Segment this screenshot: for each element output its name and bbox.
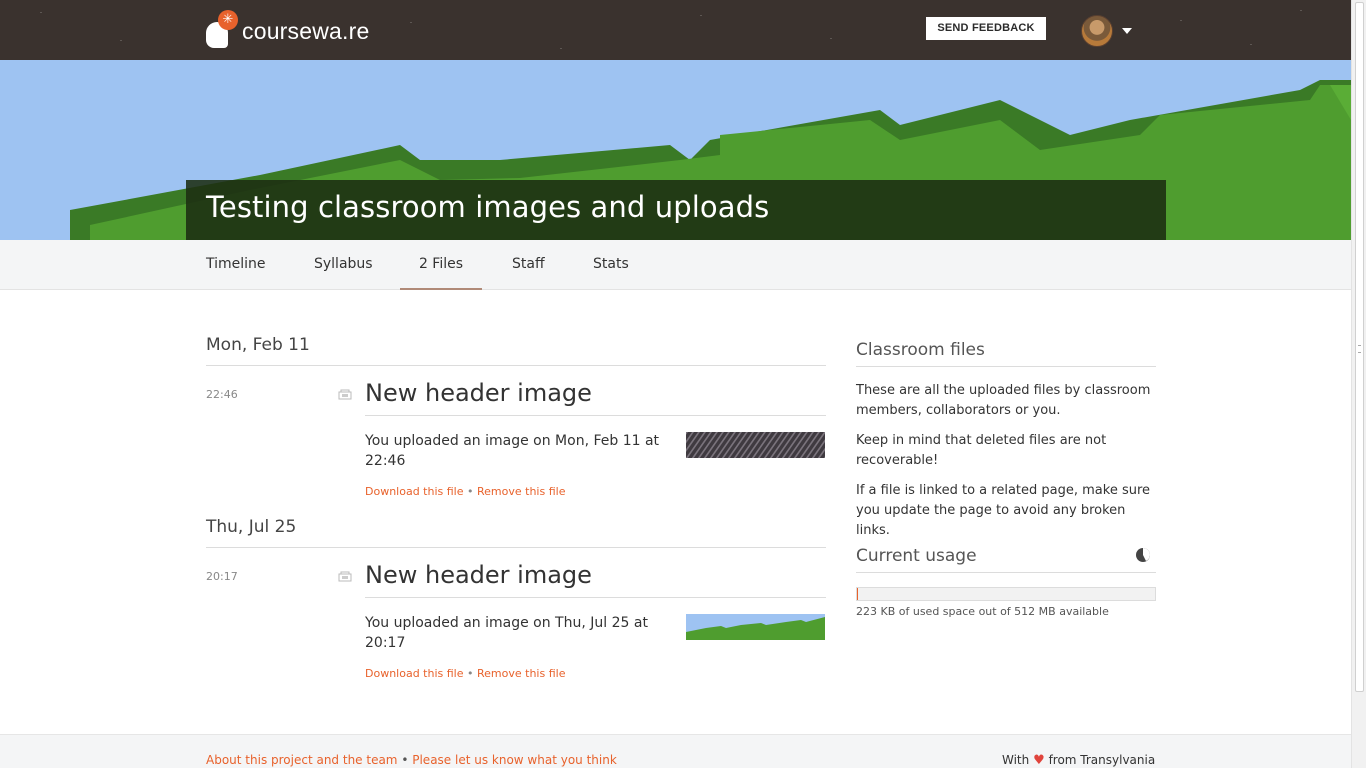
pie-chart-icon — [1136, 548, 1150, 562]
link-separator: • — [467, 485, 474, 498]
scrollbar-thumb[interactable] — [1355, 2, 1364, 692]
download-file-link[interactable]: Download this file — [365, 667, 464, 680]
tab-syllabus[interactable]: Syllabus — [314, 240, 373, 290]
heart-icon: ♥ — [1033, 753, 1045, 768]
entry-description: You uploaded an image on Mon, Feb 11 at … — [365, 433, 660, 469]
footer-credit: With ♥ from Transylvania — [1002, 753, 1155, 768]
tab-files[interactable]: 2 Files — [400, 240, 482, 290]
entry-description: You uploaded an image on Thu, Jul 25 at … — [365, 615, 648, 651]
image-file-icon — [338, 571, 352, 582]
tab-timeline[interactable]: Timeline — [206, 240, 266, 290]
broken-links-note: If a file is linked to a related page, m… — [856, 483, 1151, 538]
usage-progress-bar — [856, 587, 1156, 601]
image-thumbnail[interactable] — [686, 614, 825, 640]
footer-links: About this project and the team • Please… — [206, 753, 617, 767]
entry-actions: Download this file • Remove this file — [365, 667, 565, 680]
credit-prefix: With — [1002, 753, 1030, 767]
classroom-header-image: Testing classroom images and uploads — [0, 60, 1351, 240]
page-scrollbar[interactable] — [1351, 0, 1366, 768]
logo-text: coursewa.re — [242, 17, 370, 44]
top-bar: ✳ coursewa.re SEND FEEDBACK — [0, 0, 1351, 60]
download-file-link[interactable]: Download this file — [365, 485, 464, 498]
entry-title[interactable]: New header image — [365, 379, 826, 416]
image-thumbnail[interactable] — [686, 432, 825, 458]
footer: About this project and the team • Please… — [0, 734, 1351, 768]
entry-time: 22:46 — [206, 388, 238, 401]
entry-actions: Download this file • Remove this file — [365, 485, 565, 498]
footer-separator: • — [401, 753, 409, 767]
classroom-files-heading: Classroom files — [856, 340, 1156, 367]
feedback-link[interactable]: Please let us know what you think — [412, 753, 617, 767]
image-file-icon — [338, 389, 352, 400]
classroom-tabs: Timeline Syllabus 2 Files Staff Stats — [0, 240, 1351, 290]
entry-title[interactable]: New header image — [365, 561, 826, 598]
date-heading: Thu, Jul 25 — [206, 517, 826, 548]
remove-file-link[interactable]: Remove this file — [477, 485, 565, 498]
link-separator: • — [467, 667, 474, 680]
tab-stats[interactable]: Stats — [593, 240, 629, 290]
logo-mark: ✳ — [206, 10, 240, 50]
date-heading: Mon, Feb 11 — [206, 335, 826, 366]
credit-suffix: from Transylvania — [1048, 753, 1156, 767]
page-title: Testing classroom images and uploads — [206, 190, 770, 224]
send-feedback-button[interactable]: SEND FEEDBACK — [926, 17, 1046, 40]
tab-staff[interactable]: Staff — [512, 240, 545, 290]
current-usage-heading: Current usage — [856, 546, 1156, 573]
about-project-link[interactable]: About this project and the team — [206, 753, 398, 767]
usage-text: 223 KB of used space out of 512 MB avail… — [856, 605, 1109, 618]
entry-time: 20:17 — [206, 570, 238, 583]
title-band: Testing classroom images and uploads — [186, 180, 1166, 240]
logo[interactable]: ✳ coursewa.re — [206, 10, 369, 50]
user-avatar[interactable] — [1081, 15, 1113, 47]
deleted-files-warning: Keep in mind that deleted files are not … — [856, 433, 1107, 468]
scrollbar-grip-icon — [1358, 345, 1361, 353]
chevron-down-icon[interactable] — [1122, 28, 1132, 34]
files-info-paragraph: These are all the uploaded files by clas… — [856, 383, 1151, 418]
remove-file-link[interactable]: Remove this file — [477, 667, 565, 680]
asterisk-icon: ✳ — [218, 10, 238, 30]
